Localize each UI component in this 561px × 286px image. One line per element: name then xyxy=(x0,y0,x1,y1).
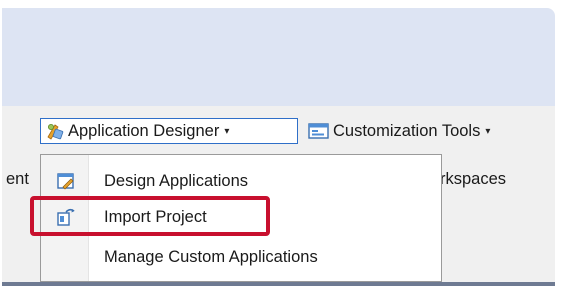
bottom-border xyxy=(2,282,555,286)
menu-item-manage-custom-applications[interactable]: Manage Custom Applications xyxy=(41,241,441,273)
menu-item-label: Design Applications xyxy=(104,171,249,190)
chevron-down-icon: ▾ xyxy=(224,125,230,137)
menu-item-design-applications[interactable]: Design Applications xyxy=(41,165,441,197)
window-edge xyxy=(555,0,561,286)
title-band xyxy=(0,0,561,106)
application-designer-label: Application Designer xyxy=(68,121,220,140)
toolbar-item-partial-left[interactable]: ent xyxy=(6,170,29,189)
customization-tools-icon xyxy=(308,123,329,139)
menu-item-label: Manage Custom Applications xyxy=(104,247,318,266)
chevron-down-icon: ▾ xyxy=(485,125,491,137)
application-designer-icon xyxy=(47,124,64,140)
toolbar-item-partial-right[interactable]: rkspaces xyxy=(440,170,506,189)
customization-tools-button[interactable]: Customization Tools ▾ xyxy=(306,118,490,144)
customization-tools-label: Customization Tools xyxy=(333,121,481,140)
design-applications-icon xyxy=(57,173,74,190)
highlight-box xyxy=(30,196,270,236)
application-designer-button[interactable]: Application Designer ▾ xyxy=(40,118,298,144)
ribbon-header xyxy=(2,8,555,106)
